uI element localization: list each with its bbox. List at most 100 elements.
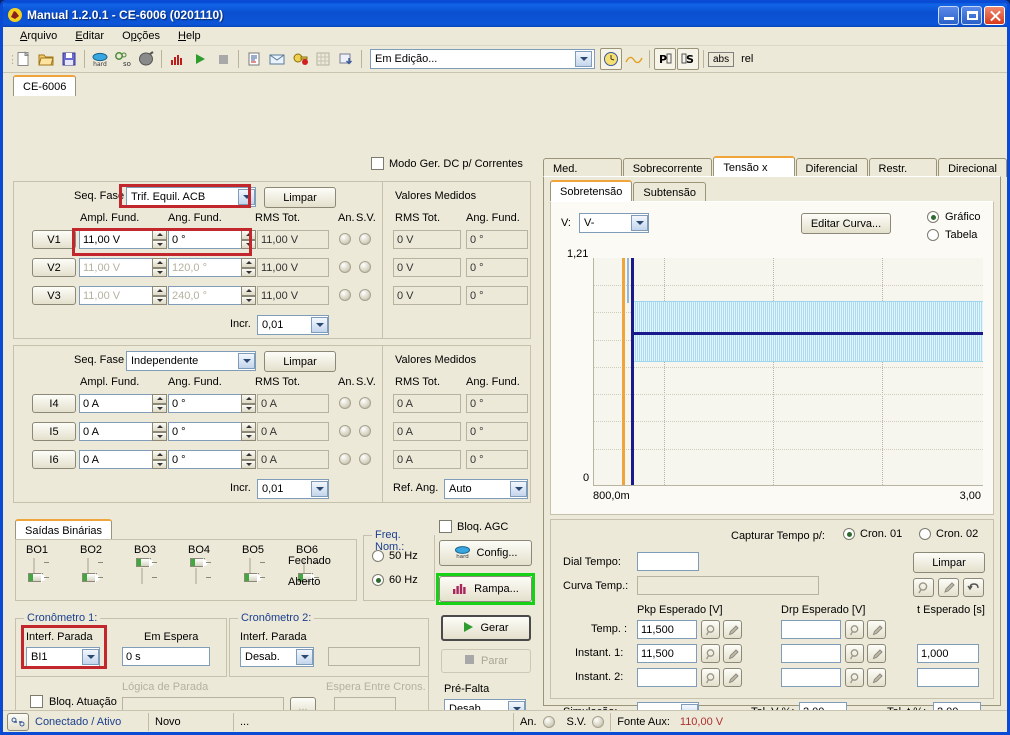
voltage-ampl-spinner-v1[interactable]	[152, 230, 167, 249]
scope-icon[interactable]	[135, 48, 157, 70]
current-row-button-i5[interactable]: I5	[32, 422, 76, 441]
chrono2-interf-parada-combo[interactable]: Desab.	[240, 647, 314, 667]
chevron-down-icon[interactable]	[575, 51, 592, 67]
chevron-down-icon[interactable]	[238, 353, 255, 369]
report-icon[interactable]	[243, 48, 265, 70]
tab-sobrecorrente[interactable]: Sobrecorrente	[622, 158, 713, 177]
abs-button[interactable]: abs	[708, 51, 735, 67]
current-ang-spinner-i5[interactable]	[241, 422, 256, 441]
tab-restr-harm[interactable]: Restr. Harm.	[868, 158, 938, 191]
switch-open-icon[interactable]	[26, 556, 52, 586]
current-ampl-spinner-i5[interactable]	[152, 422, 167, 441]
pkp-input-instant2[interactable]	[637, 668, 697, 687]
rampa-button[interactable]: Rampa...	[439, 576, 532, 602]
so-settings-icon[interactable]: so	[112, 48, 134, 70]
tab-saidas-binarias[interactable]: Saídas Binárias	[15, 519, 113, 540]
voltage-row-button-v3[interactable]: V3	[32, 286, 76, 305]
binary-outputs-tab[interactable]: Saídas Binárias	[15, 519, 113, 540]
voltage-seq-fase-combo[interactable]: Trif. Equil. ACB	[126, 187, 256, 207]
chevron-down-icon[interactable]	[311, 317, 328, 333]
config-button[interactable]: hard Config...	[439, 540, 532, 566]
tol-t-pct-input[interactable]: 2,00	[933, 702, 981, 710]
params-limpar-button[interactable]: Limpar	[913, 552, 985, 573]
chrono1-interf-parada-combo[interactable]: BI1	[26, 647, 100, 667]
voltage-row-button-v1[interactable]: V1	[32, 230, 76, 249]
switch-closed-icon[interactable]	[188, 556, 214, 586]
menu-item-editar[interactable]: Editar	[66, 29, 113, 43]
voltage-ang-spinner-v1[interactable]	[241, 230, 256, 249]
minimize-button[interactable]	[938, 5, 959, 25]
dc-mode-checkbox[interactable]	[371, 157, 384, 170]
editar-curva-button[interactable]: Editar Curva...	[801, 213, 891, 234]
current-limpar-button[interactable]: Limpar	[264, 351, 336, 372]
menu-item-opcoes[interactable]: Opções	[113, 29, 169, 43]
hardware-icon[interactable]: hard	[89, 48, 111, 70]
binary-output-bo3[interactable]: BO3	[134, 544, 178, 586]
status-combo[interactable]: Em Edição...	[370, 49, 595, 69]
voltage-time-chart[interactable]: 1,21 0 800,0m 3,00	[557, 248, 987, 508]
cron02-option[interactable]: Cron. 02	[919, 528, 978, 540]
binary-output-bo4[interactable]: BO4	[188, 544, 232, 586]
freq-option-50[interactable]: 50 Hz	[372, 550, 418, 562]
pkp-input-instant1[interactable]: 11,500	[637, 644, 697, 663]
pkp-input-temp[interactable]: 11,500	[637, 620, 697, 639]
voltage-row-button-v2[interactable]: V2	[32, 258, 76, 277]
chevron-down-icon[interactable]	[508, 701, 525, 710]
tab-direcional[interactable]: Direcional	[938, 158, 1007, 177]
voltage-incr-combo[interactable]: 0,01	[257, 315, 329, 335]
radio-grafico[interactable]	[927, 211, 939, 223]
binary-output-bo1[interactable]: BO1	[26, 544, 70, 586]
drp-input-temp[interactable]	[781, 620, 841, 639]
current-ang-spinner-i4[interactable]	[241, 394, 256, 413]
new-file-icon[interactable]	[12, 48, 34, 70]
radio-cron02[interactable]	[919, 528, 931, 540]
tab-ce6006[interactable]: CE-6006	[13, 75, 77, 96]
simulacao-combo[interactable]	[637, 702, 699, 710]
chevron-down-icon[interactable]	[296, 649, 313, 665]
p-symbol-icon[interactable]: P	[654, 48, 676, 70]
ref-ang-combo[interactable]: Auto	[444, 479, 528, 499]
view-mode-tabela[interactable]: Tabela	[927, 229, 977, 241]
chevron-down-icon[interactable]	[510, 481, 527, 497]
tab-diferencial[interactable]: Diferencial	[795, 158, 868, 177]
current-row-button-i4[interactable]: I4	[32, 394, 76, 413]
agc-checkbox[interactable]	[439, 520, 452, 533]
link-icon[interactable]	[7, 712, 29, 731]
switch-open-icon[interactable]	[242, 556, 268, 586]
gerar-button[interactable]: Gerar	[441, 615, 531, 641]
current-ampl-spinner-i4[interactable]	[152, 394, 167, 413]
v-combo[interactable]: V-	[579, 213, 649, 233]
chrono1-em-espera-input[interactable]: 0 s	[122, 647, 210, 666]
close-button[interactable]	[984, 5, 1005, 25]
switch-open-icon[interactable]	[80, 556, 106, 586]
tab-subtensao[interactable]: Subtensão	[633, 182, 706, 201]
bar-chart-icon[interactable]	[166, 48, 188, 70]
t-input-instant1[interactable]: 1,000	[917, 644, 979, 663]
clock-icon[interactable]	[600, 48, 622, 70]
open-folder-icon[interactable]	[35, 48, 57, 70]
freq-option-60[interactable]: 60 Hz	[372, 574, 418, 586]
tab-sobretensao[interactable]: Sobretensão	[550, 180, 633, 201]
save-disk-icon[interactable]	[58, 48, 80, 70]
binary-output-bo2[interactable]: BO2	[80, 544, 124, 586]
bloq-atuacao-checkbox[interactable]	[30, 695, 43, 708]
radio-50hz[interactable]	[372, 550, 384, 562]
current-ang-spinner-i6[interactable]	[241, 450, 256, 469]
drp-input-instant1[interactable]	[781, 644, 841, 663]
chart-plot-area[interactable]	[593, 258, 983, 486]
chevron-down-icon[interactable]	[238, 189, 255, 205]
voltage-limpar-button[interactable]: Limpar	[264, 187, 336, 208]
radio-60hz[interactable]	[372, 574, 384, 586]
sine-wave-icon[interactable]	[623, 48, 645, 70]
tab-med-especiais[interactable]: Med. Especiais	[543, 158, 622, 191]
current-seq-fase-combo[interactable]: Independente	[126, 351, 256, 371]
current-row-button-i6[interactable]: I6	[32, 450, 76, 469]
radio-cron01[interactable]	[843, 528, 855, 540]
current-incr-combo[interactable]: 0,01	[257, 479, 329, 499]
export-icon[interactable]	[335, 48, 357, 70]
chevron-down-icon[interactable]	[681, 704, 698, 710]
play-icon[interactable]	[189, 48, 211, 70]
maximize-button[interactable]	[961, 5, 982, 25]
tol-v-pct-input[interactable]: 2,00	[799, 702, 847, 710]
key-icon[interactable]	[289, 48, 311, 70]
